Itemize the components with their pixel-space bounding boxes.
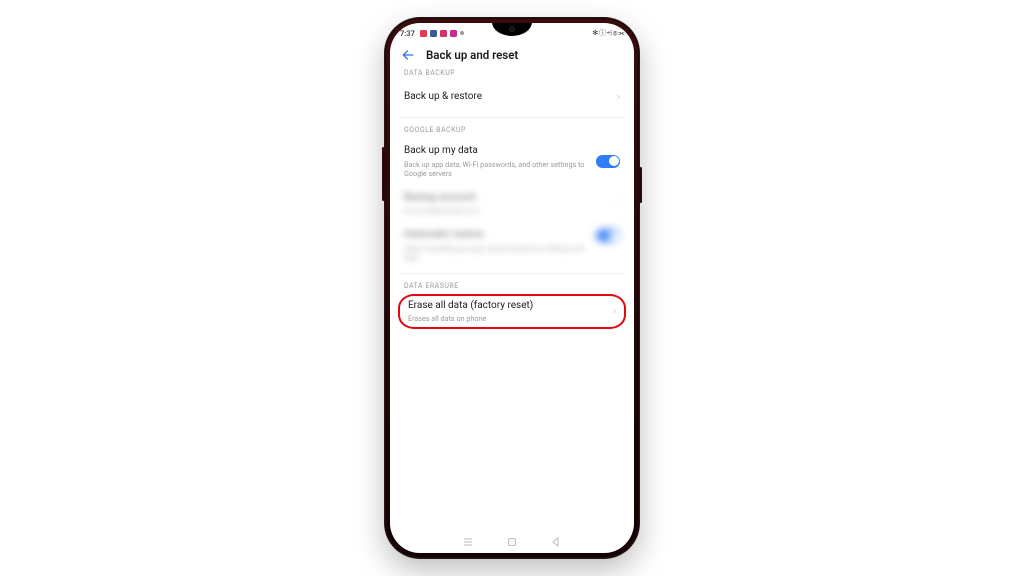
row-backup-my-data[interactable]: Back up my data Back up app data, Wi-Fi … xyxy=(400,138,624,185)
notification-icon xyxy=(420,30,427,37)
chevron-right-icon: › xyxy=(613,306,616,317)
row-title: Back up my data xyxy=(404,145,596,158)
nav-back-button[interactable] xyxy=(551,537,561,547)
recents-icon xyxy=(463,537,473,547)
section-label-data-backup: DATA BACKUP xyxy=(404,69,620,77)
phone-frame: 7:37 ✻ ⓘ ⩤ ⦾ ⫘ Back up and reset xyxy=(384,17,640,559)
row-erase-all-data[interactable]: Erase all data (factory reset) Erases al… xyxy=(406,300,618,324)
section-label-data-erasure: DATA ERASURE xyxy=(404,282,620,290)
row-automatic-restore[interactable]: Automatic restore When reinstalling an a… xyxy=(400,222,624,269)
toggle-backup-my-data[interactable] xyxy=(596,155,620,168)
notification-icon xyxy=(430,30,437,37)
toggle-automatic-restore[interactable] xyxy=(596,229,620,242)
section-label-google-backup: GOOGLE BACKUP xyxy=(404,126,620,134)
row-subtitle: Erases all data on phone xyxy=(408,314,607,323)
arrow-left-icon xyxy=(401,48,415,62)
status-left: 7:37 xyxy=(400,29,464,38)
status-time: 7:37 xyxy=(400,29,415,38)
annotation-highlight: Erase all data (factory reset) Erases al… xyxy=(398,294,626,330)
nav-recents-button[interactable] xyxy=(463,537,473,547)
notification-icon xyxy=(440,30,447,37)
status-right: ✻ ⓘ ⩤ ⦾ ⫘ xyxy=(592,28,624,38)
canvas: 7:37 ✻ ⓘ ⩤ ⦾ ⫘ Back up and reset xyxy=(0,0,1024,576)
row-title: Automatic restore xyxy=(404,229,596,242)
divider xyxy=(400,273,624,274)
home-icon xyxy=(507,537,517,547)
row-title: Erase all data (factory reset) xyxy=(408,300,607,313)
page-title: Back up and reset xyxy=(426,48,518,62)
system-nav-bar xyxy=(390,535,634,549)
settings-list[interactable]: DATA BACKUP Back up & restore › GOOGLE B… xyxy=(390,61,634,537)
chevron-right-icon: › xyxy=(617,198,620,209)
back-icon xyxy=(551,537,561,547)
nav-home-button[interactable] xyxy=(507,537,517,547)
row-backup-account[interactable]: Backup account account@example.com › xyxy=(400,185,624,223)
row-title: Back up & restore xyxy=(404,91,611,104)
row-backup-restore[interactable]: Back up & restore › xyxy=(400,81,624,113)
row-subtitle: account@example.com xyxy=(404,206,611,215)
notification-more-icon xyxy=(460,31,464,35)
volume-button xyxy=(382,147,385,201)
screen: 7:37 ✻ ⓘ ⩤ ⦾ ⫘ Back up and reset xyxy=(390,23,634,553)
row-subtitle: Back up app data, Wi-Fi passwords, and o… xyxy=(404,160,596,178)
row-title: Backup account xyxy=(404,192,611,205)
power-button xyxy=(639,167,642,203)
chevron-right-icon: › xyxy=(617,92,620,103)
divider xyxy=(400,117,624,118)
row-subtitle: When reinstalling an app, restore backed… xyxy=(404,244,596,262)
status-system-icons: ✻ ⓘ ⩤ ⦾ ⫘ xyxy=(592,28,624,38)
notification-icon xyxy=(450,30,457,37)
